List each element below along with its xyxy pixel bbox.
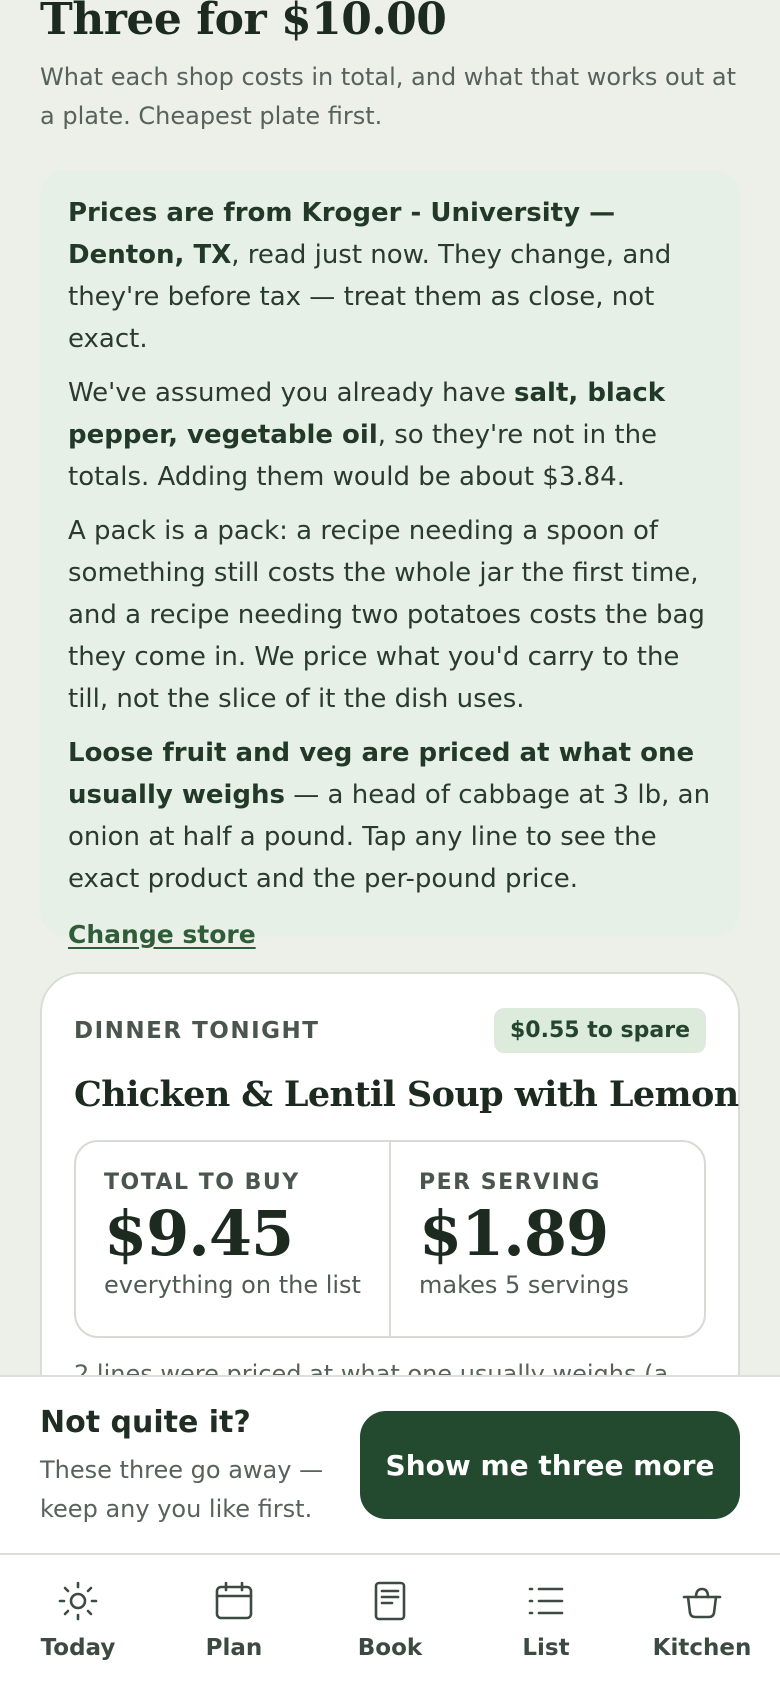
serving-label: PER SERVING — [419, 1170, 601, 1195]
price-summary: TOTAL TO BUY $9.45 everything on the lis… — [74, 1140, 706, 1338]
show-more-button[interactable]: Show me three more — [360, 1411, 740, 1519]
serving-note: makes 5 servings — [419, 1271, 629, 1299]
page-subtitle: What each shop costs in total, and what … — [40, 63, 737, 130]
total-label: TOTAL TO BUY — [104, 1170, 300, 1195]
loose-produce-note: Loose fruit and veg are priced at what o… — [68, 732, 712, 900]
change-store-link[interactable]: Change store — [68, 914, 256, 956]
action-bar-title: Not quite it? — [40, 1405, 251, 1440]
total-note: everything on the list — [104, 1271, 361, 1299]
total-to-buy: TOTAL TO BUY $9.45 everything on the lis… — [76, 1142, 389, 1336]
serving-value: $1.89 — [419, 1197, 609, 1270]
meal-title: Chicken & Lentil Soup with Lemon — [74, 1074, 739, 1115]
per-serving: PER SERVING $1.89 makes 5 servings — [389, 1142, 704, 1336]
sun-icon — [58, 1581, 98, 1621]
calendar-icon — [215, 1581, 253, 1620]
tab-kitchen[interactable]: Kitchen — [624, 1555, 780, 1688]
meal-card[interactable]: DINNER TONIGHT $0.55 to spare Chicken & … — [40, 972, 740, 1375]
action-bar: Not quite it? These three go away — keep… — [0, 1375, 780, 1555]
meal-footnote: 2 lines were priced at what one usually … — [74, 1360, 669, 1375]
store-note: Prices are from Kroger - University — De… — [68, 192, 712, 360]
pantry-note-start: We've assumed you already have — [68, 378, 515, 408]
action-bar-text: These three go away — keep any you like … — [40, 1456, 324, 1523]
tab-book[interactable]: Book — [312, 1555, 468, 1688]
tab-label: Plan — [205, 1635, 263, 1661]
pricing-info-card: Prices are from Kroger - University — De… — [40, 170, 740, 949]
total-value: $9.45 — [104, 1197, 294, 1270]
book-icon — [374, 1581, 406, 1621]
tab-label: Kitchen — [652, 1635, 752, 1661]
pantry-note: We've assumed you already have salt, bla… — [68, 372, 712, 498]
tab-bar: Today Plan Book List Kitchen — [0, 1555, 780, 1688]
tab-label: List — [522, 1635, 570, 1661]
pack-note: A pack is a pack: a recipe needing a spo… — [68, 516, 705, 714]
tab-label: Book — [357, 1635, 423, 1661]
tab-label: Today — [40, 1635, 116, 1661]
tab-today[interactable]: Today — [0, 1555, 156, 1688]
pot-icon — [682, 1587, 722, 1619]
tab-plan[interactable]: Plan — [156, 1555, 312, 1688]
tab-list[interactable]: List — [468, 1555, 624, 1688]
list-icon — [528, 1587, 564, 1615]
content-scroll[interactable]: Three for $10.00 What each shop costs in… — [0, 0, 780, 1375]
meal-label: DINNER TONIGHT — [74, 1018, 320, 1044]
spare-badge: $0.55 to spare — [494, 1008, 706, 1053]
page-title: Three for $10.00 — [40, 0, 447, 45]
